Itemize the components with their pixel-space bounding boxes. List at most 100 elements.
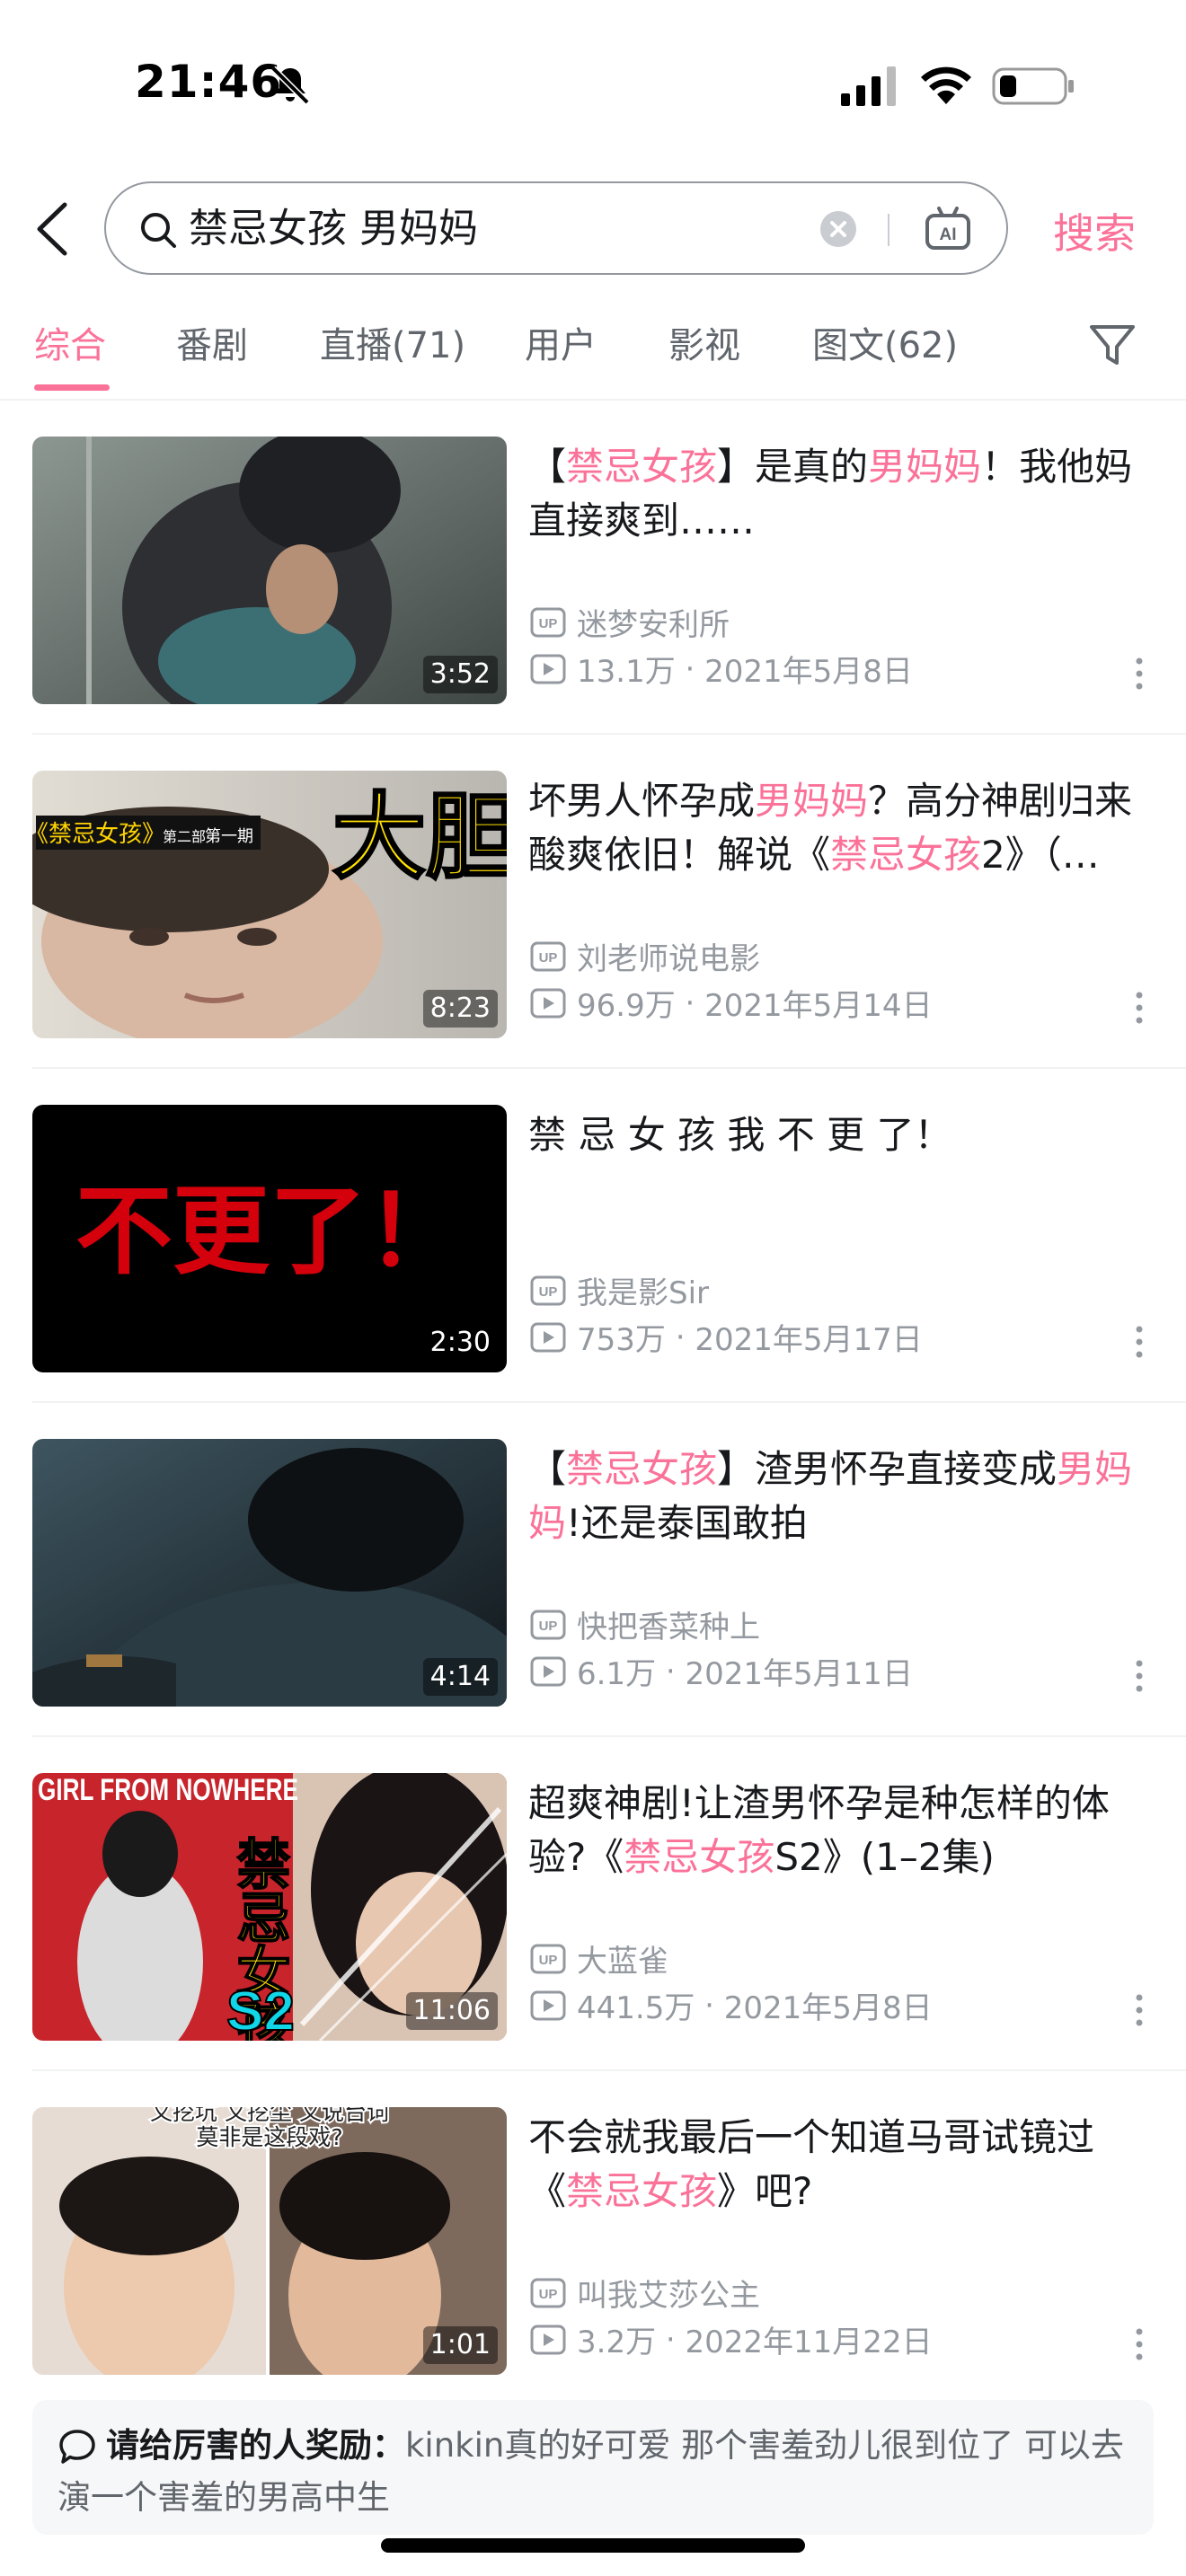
- uploader-name[interactable]: 迷梦安利所: [577, 600, 730, 644]
- play-count-icon: [530, 988, 566, 1018]
- video-result[interactable]: 不更了！ 2:30 禁 忌 女 孩 我 不 更 了！ UP 我是影Sir 753…: [0, 1069, 1186, 1403]
- title-text: !还是泰国敢拍: [566, 1501, 808, 1545]
- uploader-line[interactable]: UP 刘老师说电影: [530, 934, 760, 978]
- video-title[interactable]: 超爽神剧!让渣男怀孕是种怎样的体验?《禁忌女孩S2》(1–2集): [528, 1777, 1148, 1884]
- more-options-icon[interactable]: [1132, 1992, 1146, 2028]
- thumb-part-text: 第二部: [163, 828, 206, 845]
- video-thumbnail[interactable]: 4:14: [32, 1439, 507, 1707]
- video-thumbnail[interactable]: 又挖坑 又挖尘 又说台词 莫非是这段戏? 1:01: [32, 2107, 507, 2375]
- svg-text:AI: AI: [940, 225, 957, 244]
- video-result[interactable]: 又挖坑 又挖尘 又说台词 莫非是这段戏? 1:01 不会就我最后一个知道马哥试镜…: [0, 2071, 1186, 2400]
- video-title[interactable]: 禁 忌 女 孩 我 不 更 了！: [528, 1108, 1148, 1162]
- active-tab-indicator: [34, 384, 110, 391]
- filter-icon[interactable]: [1087, 320, 1137, 370]
- video-thumbnail[interactable]: GIRL FROM NOWHERE 禁忌女孩 S2 11:06: [32, 1773, 507, 2041]
- play-count-icon: [530, 1656, 566, 1686]
- title-text: 坏男人怀孕成: [528, 779, 756, 823]
- more-options-icon[interactable]: [1132, 656, 1146, 692]
- uploader-name[interactable]: 我是影Sir: [577, 1268, 709, 1312]
- video-thumbnail[interactable]: 大胆 《禁忌女孩》 第二部 第一期 8:23: [32, 771, 507, 1038]
- publish-date: 2021年5月17日: [695, 1322, 923, 1358]
- up-badge-icon: UP: [530, 1610, 566, 1639]
- title-text: 2》（…: [981, 833, 1100, 877]
- view-count: 6.1万: [577, 1656, 657, 1692]
- separator-dot: ·: [656, 1653, 686, 1689]
- publish-date: 2021年5月14日: [704, 988, 933, 1024]
- comment-prefix: 请给厉害的人奖励：: [106, 2426, 405, 2465]
- title-text: 禁 忌 女 孩 我 不 更 了！: [528, 1113, 952, 1157]
- view-count: 3.2万: [577, 2325, 657, 2360]
- thumb-big-text: 不更了！: [75, 1176, 464, 1288]
- uploader-name[interactable]: 刘老师说电影: [577, 934, 760, 978]
- video-title[interactable]: 【禁忌女孩】渣男怀孕直接变成男妈妈!还是泰国敢拍: [528, 1442, 1148, 1550]
- title-highlight: 禁忌女孩: [566, 2169, 718, 2213]
- thumb-caption-1: 又挖坑 又挖尘 又说台词: [150, 2107, 389, 2125]
- view-count: 13.1万: [577, 654, 676, 690]
- bell-slash-icon: [270, 66, 310, 105]
- uploader-name[interactable]: 快把香菜种上: [577, 1602, 760, 1646]
- title-text: 【: [528, 445, 567, 489]
- uploader-line[interactable]: UP 快把香菜种上: [530, 1602, 760, 1646]
- back-icon[interactable]: [31, 199, 75, 259]
- separator-dot: ·: [675, 984, 705, 1021]
- thumb-series-text: 《禁忌女孩》: [32, 821, 165, 848]
- video-duration: 1:01: [422, 2326, 498, 2364]
- battery-icon: [992, 67, 1074, 105]
- uploader-name[interactable]: 叫我艾莎公主: [577, 2271, 760, 2315]
- uploader-line[interactable]: UP 叫我艾莎公主: [530, 2271, 760, 2315]
- tab-live[interactable]: 直播(71): [320, 316, 465, 368]
- title-text: S2》(1–2集): [774, 1835, 995, 1879]
- uploader-line[interactable]: UP 大蓝雀: [530, 1936, 668, 1981]
- title-text: 】是真的: [717, 445, 869, 489]
- title-highlight: 禁忌女孩: [830, 833, 982, 877]
- view-count: 96.9万: [577, 988, 676, 1024]
- svg-text:UP: UP: [539, 2287, 558, 2302]
- thumb-corner-text: GIRL FROM NOWHERE: [38, 1773, 298, 1807]
- search-query[interactable]: 禁忌女孩 男妈妈: [189, 203, 478, 255]
- tab-anime[interactable]: 番剧: [176, 316, 248, 368]
- up-badge-icon: UP: [530, 1944, 566, 1973]
- more-options-icon[interactable]: [1132, 2326, 1146, 2362]
- video-result[interactable]: 大胆 《禁忌女孩》 第二部 第一期 8:23 坏男人怀孕成男妈妈？高分神剧归来酸…: [0, 735, 1186, 1069]
- video-thumbnail[interactable]: 3:52: [32, 437, 507, 704]
- thumb-episode-text: 第一期: [205, 827, 253, 846]
- separator-dot: ·: [665, 1319, 695, 1355]
- video-title[interactable]: 坏男人怀孕成男妈妈？高分神剧归来酸爽依旧！解说《禁忌女孩2》（…: [528, 774, 1148, 882]
- clear-icon[interactable]: [819, 210, 857, 248]
- search-icon: [141, 213, 176, 248]
- up-badge-icon: UP: [530, 1275, 566, 1305]
- video-title[interactable]: 不会就我最后一个知道马哥试镜过《禁忌女孩》吧?: [528, 2111, 1148, 2219]
- ai-icon[interactable]: AI: [924, 205, 972, 253]
- stats-line: 13.1万 · 2021年5月8日: [530, 647, 913, 691]
- up-badge-icon: UP: [530, 607, 566, 637]
- svg-text:UP: UP: [539, 616, 558, 631]
- video-result[interactable]: 3:52 【禁忌女孩】是真的男妈妈！我他妈直接爽到…… UP 迷梦安利所 13.…: [0, 401, 1186, 735]
- uploader-line[interactable]: UP 迷梦安利所: [530, 600, 730, 644]
- video-result[interactable]: 4:14 【禁忌女孩】渣男怀孕直接变成男妈妈!还是泰国敢拍 UP 快把香菜种上 …: [0, 1403, 1186, 1737]
- search-button[interactable]: 搜索: [1053, 201, 1136, 260]
- svg-text:UP: UP: [539, 1619, 558, 1634]
- stats-line: 753万 · 2021年5月17日: [530, 1315, 923, 1359]
- video-thumbnail[interactable]: 不更了！ 2:30: [32, 1105, 507, 1372]
- search-input[interactable]: 禁忌女孩 男妈妈 AI: [104, 181, 1008, 275]
- tab-film[interactable]: 影视: [668, 316, 740, 368]
- play-count-icon: [530, 1322, 566, 1352]
- more-options-icon[interactable]: [1132, 990, 1146, 1026]
- more-options-icon[interactable]: [1132, 1324, 1146, 1360]
- featured-comment[interactable]: 请给厉害的人奖励：kinkin真的好可爱 那个害羞劲儿很到位了 可以去演一个害羞…: [32, 2400, 1154, 2535]
- more-options-icon[interactable]: [1132, 1658, 1146, 1694]
- stats-line: 441.5万 · 2021年5月8日: [530, 1983, 933, 2027]
- video-title[interactable]: 【禁忌女孩】是真的男妈妈！我他妈直接爽到……: [528, 440, 1148, 548]
- uploader-name[interactable]: 大蓝雀: [577, 1936, 668, 1981]
- publish-date: 2021年5月8日: [723, 1990, 933, 2026]
- uploader-line[interactable]: UP 我是影Sir: [530, 1268, 709, 1312]
- view-count: 441.5万: [577, 1990, 695, 2026]
- tab-articles[interactable]: 图文(62): [812, 316, 958, 368]
- home-indicator[interactable]: [381, 2538, 805, 2553]
- tab-general[interactable]: 综合: [34, 316, 106, 368]
- video-result[interactable]: GIRL FROM NOWHERE 禁忌女孩 S2 11:06 超爽神剧!让渣男…: [0, 1737, 1186, 2071]
- separator-dot: ·: [695, 1987, 724, 2024]
- comment-text: 请给厉害的人奖励：kinkin真的好可爱 那个害羞劲儿很到位了 可以去演一个害羞…: [58, 2420, 1136, 2524]
- title-highlight: 男妈妈: [868, 445, 982, 489]
- tab-users[interactable]: 用户: [525, 316, 597, 368]
